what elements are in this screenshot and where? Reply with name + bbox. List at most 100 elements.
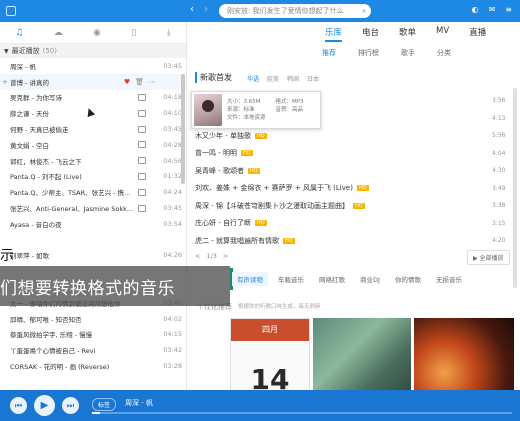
mv-icon[interactable] <box>138 109 146 117</box>
new-song-duration: 3:56 <box>492 97 506 104</box>
category-tab-5[interactable]: 你的情歌 <box>390 272 426 286</box>
song-row[interactable] <box>0 232 186 248</box>
new-song-duration: 4:20 <box>492 237 506 244</box>
daily-recommend-cover[interactable]: 四月 14 <box>230 318 310 396</box>
caption-top: 示 <box>0 248 14 264</box>
source-field: 来源：标准 <box>227 107 255 113</box>
prev-page-button[interactable]: < <box>195 252 200 260</box>
region-tab-3[interactable]: 韩国 <box>287 74 299 83</box>
next-icon[interactable]: ⏭ <box>62 397 79 414</box>
new-song-row[interactable]: 吴青峰 - 歌颂者 HQ <box>195 162 431 180</box>
song-row[interactable]: 刘翠萍 - 如歌 04:26 <box>0 248 186 264</box>
song-duration: 03:45 <box>163 204 182 213</box>
prev-icon[interactable]: ⏮ <box>10 397 27 414</box>
playlist-cover-2[interactable] <box>313 318 411 396</box>
phone-icon[interactable]: ▯ <box>131 28 136 38</box>
radio-icon[interactable]: ◉ <box>93 28 101 38</box>
collapse-arrow-icon[interactable]: ▼ <box>4 48 9 55</box>
mv-icon[interactable] <box>138 93 146 101</box>
category-tab-6[interactable]: 无损音乐 <box>431 272 467 286</box>
mv-icon[interactable] <box>138 125 146 133</box>
song-row[interactable]: Panta.Q - 刘不起 (Live) 01:32 <box>0 169 186 185</box>
new-song-duration: 4:13 <box>492 114 506 122</box>
new-song-row[interactable]: 木又少年 - 单独歌 HQ <box>195 127 431 145</box>
hq-badge-icon: HQ <box>352 202 365 209</box>
now-playing-tag[interactable]: 标签 <box>92 398 117 411</box>
mv-icon[interactable] <box>138 204 146 212</box>
new-song-row[interactable]: 曾一鸣 - 明明 HQ <box>195 145 431 163</box>
song-row[interactable]: 黄文娟 - 空白 04:28 <box>0 137 186 153</box>
top-bar: ‹ › 刚安放: 我们发生了爱情你想起了什么 ⌕ ◐ ✉ ≡ <box>0 0 520 22</box>
song-row[interactable]: Ayasa - 音白の夜 03:54 <box>0 216 186 232</box>
nav-tab-1[interactable]: 乐库 <box>325 26 343 42</box>
song-title: 丫蛋蛋唤个心情被自己 - Revi <box>10 347 96 356</box>
song-title: 蔡蛋风微拍学字, 乐翔 - 慢慢 <box>10 331 93 340</box>
playlist-cover-3[interactable] <box>414 318 514 396</box>
right-scrollbar[interactable] <box>513 88 517 288</box>
nav-tab-3[interactable]: 歌单 <box>399 26 416 42</box>
back-arrow-icon[interactable]: ‹ <box>190 4 194 15</box>
progress-track[interactable] <box>92 412 512 414</box>
progress-fill <box>92 412 101 414</box>
song-row[interactable]: 何野 - 天真已被偷走 03:45 <box>0 121 186 137</box>
sub-tab-2[interactable]: 排行榜 <box>358 48 379 58</box>
skin-icon[interactable]: ◐ <box>472 5 479 14</box>
category-tab-2[interactable]: 车载音乐 <box>273 272 309 286</box>
music-note-icon[interactable]: ♫ <box>15 28 23 38</box>
mv-icon[interactable] <box>138 157 146 165</box>
play-all-button[interactable]: ▶ 全部播放 <box>467 250 510 265</box>
more-icon[interactable]: ⋯ <box>149 78 156 86</box>
delete-icon[interactable]: 🗑 <box>135 78 144 86</box>
recent-play-count: (50) <box>42 47 57 55</box>
mv-icon[interactable] <box>138 141 146 149</box>
mail-icon[interactable]: ✉ <box>489 5 496 14</box>
song-row[interactable]: 郭红，林俊杰 - 飞云之下 04:56 <box>0 153 186 169</box>
play-icon[interactable]: ▶ <box>34 395 55 416</box>
quality-field: 音质：高品 <box>275 107 304 113</box>
category-tab-3[interactable]: 网络红歌 <box>314 272 350 286</box>
song-row[interactable]: CORSAK - 花的明 - 画 (Reverse) 03:28 <box>0 358 186 374</box>
song-row[interactable]: 蔡蛋风微拍学字, 乐翔 - 慢慢 04:15 <box>0 327 186 343</box>
song-row[interactable]: 曾博 - 讲真的 ♥ 🗑 ⋯ <box>0 73 186 90</box>
recent-play-header[interactable]: ▼ 最近播放 (50) <box>0 44 186 58</box>
cloud-icon[interactable]: ☁ <box>54 28 63 38</box>
heart-icon[interactable]: ♥ <box>124 78 130 86</box>
song-row[interactable]: 丫蛋蛋唤个心情被自己 - Revi 03:42 <box>0 342 186 358</box>
nav-tab-2[interactable]: 电台 <box>362 26 379 42</box>
song-duration: 04:26 <box>163 251 182 260</box>
new-song-row[interactable]: 刘欢、姜姝 + 金绵衣 + 赛萨罗 + 风属于飞 (Live) HQ <box>195 180 431 198</box>
category-tab-1[interactable]: 有声读物 <box>232 272 268 286</box>
hq-badge-icon: HQ <box>254 132 267 139</box>
mv-icon[interactable] <box>138 172 146 180</box>
recent-play-title: 最近播放 <box>11 47 40 55</box>
new-song-row[interactable]: 周深 - 锦【斗破苍穹剧集卜沙之漫取动画主题曲】 HQ <box>195 197 431 215</box>
forward-arrow-icon[interactable]: › <box>204 4 208 15</box>
region-tab-1[interactable]: 华语 <box>247 74 259 83</box>
sub-tab-1[interactable]: 推荐 <box>322 48 336 58</box>
next-page-button[interactable]: > <box>223 252 228 260</box>
region-tab-2[interactable]: 欧美 <box>267 74 279 83</box>
song-row[interactable]: 邱晴、郁可唯 - 知否知否 04:02 <box>0 311 186 327</box>
song-row[interactable]: 周深 - 帆 03:45 <box>0 58 186 74</box>
song-duration: 01:32 <box>163 172 182 181</box>
nav-tab-4[interactable]: MV <box>436 26 449 42</box>
new-song-row[interactable]: 庄心妍 - 自行了断 HQ <box>195 215 431 233</box>
window-controls: ◐ ✉ ≡ <box>472 5 512 14</box>
download-icon[interactable]: ⤓ <box>167 28 171 38</box>
nav-tab-5[interactable]: 直播 <box>469 26 486 42</box>
song-row[interactable]: 张艺兴、Anti-General、Jasmine Sokk... 03:45 <box>0 200 186 216</box>
song-row[interactable]: Panta.Q、少帮主、TSAR、张艺兴 - 携... 04:24 <box>0 184 186 200</box>
song-row[interactable]: 吴克群 - 为你写诗 04:18 <box>0 90 186 106</box>
sub-tab-4[interactable]: 分类 <box>437 48 451 58</box>
region-tab-4[interactable]: 日本 <box>307 74 319 83</box>
category-tab-4[interactable]: 商业DJ <box>355 272 385 286</box>
new-song-row[interactable]: 虎二 - 就算我唱遍所有情歌 HQ <box>195 232 431 250</box>
settings-icon[interactable]: ≡ <box>505 5 512 14</box>
song-title: 张艺兴、Anti-General、Jasmine Sokk... <box>10 205 134 214</box>
search-input[interactable]: 刚安放: 我们发生了爱情你想起了什么 ⌕ <box>219 4 371 18</box>
song-list: 周深 - 帆 03:45 曾博 - 讲真的 ♥ 🗑 ⋯ 吴克群 - 为你写诗 04:18 薛之谦… <box>0 58 186 374</box>
search-icon[interactable]: ⌕ <box>362 4 366 18</box>
mv-icon[interactable] <box>138 188 146 196</box>
sub-tab-3[interactable]: 歌手 <box>401 48 415 58</box>
left-scrollbar[interactable] <box>181 74 185 184</box>
